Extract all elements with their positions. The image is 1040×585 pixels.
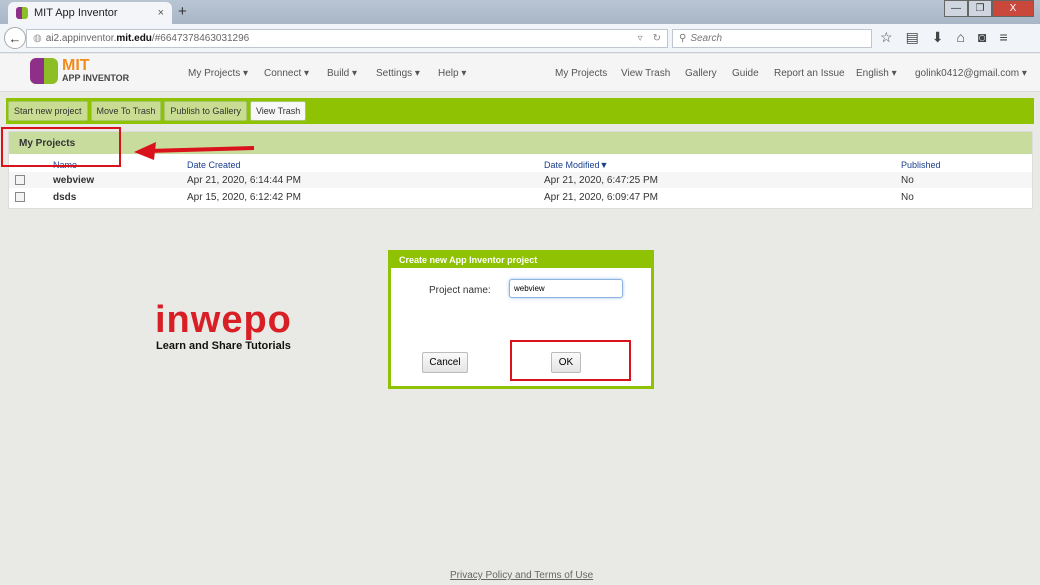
search-placeholder: Search [690, 33, 723, 44]
menu-build[interactable]: Build ▾ [327, 68, 357, 79]
row-checkbox[interactable] [15, 175, 25, 185]
menu-connect[interactable]: Connect ▾ [264, 68, 309, 79]
link-my-projects[interactable]: My Projects [555, 68, 607, 79]
header-published[interactable]: Published [901, 160, 941, 170]
url-host: ai2.appinventor. [45, 33, 117, 44]
table-row[interactable]: webview Apr 21, 2020, 6:14:44 PM Apr 21,… [9, 172, 1032, 188]
date-modified: Apr 21, 2020, 6:47:25 PM [544, 175, 658, 186]
project-name[interactable]: dsds [53, 192, 76, 203]
start-new-project-button[interactable]: Start new project [8, 101, 88, 121]
new-tab-button[interactable]: + [178, 3, 187, 20]
globe-icon: ◍ [33, 33, 42, 44]
watermark-tagline: Learn and Share Tutorials [156, 340, 291, 352]
tab-title: MIT App Inventor [34, 7, 118, 19]
menu-my-projects[interactable]: My Projects ▾ [188, 68, 248, 79]
date-created: Apr 15, 2020, 6:12:42 PM [187, 192, 301, 203]
link-guide[interactable]: Guide [732, 68, 759, 79]
minimize-button[interactable]: — [944, 0, 968, 17]
project-name-label: Project name: [429, 285, 491, 296]
project-toolbar: Start new project Move To Trash Publish … [6, 98, 1034, 124]
cancel-button[interactable]: Cancel [422, 352, 468, 373]
red-arrow-annotation [134, 142, 255, 160]
view-trash-button[interactable]: View Trash [249, 101, 307, 121]
date-created: Apr 21, 2020, 6:14:44 PM [187, 175, 301, 186]
search-icon: ⚲ [679, 33, 687, 44]
table-row[interactable]: dsds Apr 15, 2020, 6:12:42 PM Apr 21, 20… [9, 189, 1032, 205]
dialog-title: Create new App Inventor project [391, 253, 651, 268]
language-menu[interactable]: English ▾ [856, 68, 897, 79]
back-button[interactable]: ← [4, 27, 26, 49]
date-modified: Apr 21, 2020, 6:09:47 PM [544, 192, 658, 203]
row-checkbox[interactable] [15, 192, 25, 202]
pocket-icon[interactable]: ◙ [978, 29, 986, 46]
published: No [901, 175, 914, 186]
dropdown-icon[interactable]: ▿ [638, 33, 643, 44]
browser-titlebar: MIT App Inventor × + — ❐ X [0, 0, 1040, 24]
move-to-trash-button[interactable]: Move To Trash [90, 101, 162, 121]
reading-list-icon[interactable]: ▤ [906, 29, 919, 46]
mit-app-inventor-logo[interactable]: MIT APP INVENTOR [30, 58, 129, 84]
project-name-input[interactable] [509, 279, 623, 298]
url-path: /#6647378463031296 [151, 33, 250, 44]
menu-settings[interactable]: Settings ▾ [376, 68, 420, 79]
url-domain: mit.edu [116, 33, 152, 44]
maximize-button[interactable]: ❐ [968, 0, 992, 17]
search-input[interactable]: ⚲ Search [672, 29, 872, 48]
project-name[interactable]: webview [53, 175, 94, 186]
header-date-modified[interactable]: Date Modified▼ [544, 160, 608, 170]
browser-navbar: ← ◍ ai2.appinventor. mit.edu/#66473784630… [0, 24, 1040, 53]
highlight-box-ok [510, 340, 631, 381]
privacy-policy-link[interactable]: Privacy Policy and Terms of Use [450, 570, 593, 581]
menu-help[interactable]: Help ▾ [438, 68, 466, 79]
app-header: MIT APP INVENTOR My Projects ▾ Connect ▾ … [0, 54, 1040, 92]
close-window-button[interactable]: X [992, 0, 1034, 17]
close-tab-icon[interactable]: × [158, 7, 164, 19]
inwepo-watermark: inwepo Learn and Share Tutorials [155, 300, 292, 352]
link-gallery[interactable]: Gallery [685, 68, 717, 79]
published: No [901, 192, 914, 203]
url-bar[interactable]: ◍ ai2.appinventor. mit.edu/#6647378463031… [26, 29, 668, 48]
logo-text-app-inventor: APP INVENTOR [62, 73, 130, 83]
reload-icon[interactable]: ↻ [653, 33, 661, 44]
account-menu[interactable]: golink0412@gmail.com ▾ [915, 68, 1027, 79]
link-view-trash[interactable]: View Trash [621, 68, 670, 79]
browser-tab[interactable]: MIT App Inventor × [8, 2, 172, 24]
app-inventor-favicon [16, 7, 28, 19]
logo-icon [30, 58, 58, 84]
bookmark-star-icon[interactable]: ☆ [880, 29, 893, 46]
watermark-brand: inwepo [155, 299, 292, 341]
logo-text-mit: MIT [62, 57, 90, 74]
link-report-issue[interactable]: Report an Issue [774, 68, 845, 79]
home-icon[interactable]: ⌂ [957, 29, 965, 46]
hamburger-menu-icon[interactable]: ≡ [999, 29, 1007, 46]
download-icon[interactable]: ⬇ [932, 29, 944, 46]
publish-to-gallery-button[interactable]: Publish to Gallery [164, 101, 247, 121]
highlight-box-my-projects [1, 127, 121, 167]
